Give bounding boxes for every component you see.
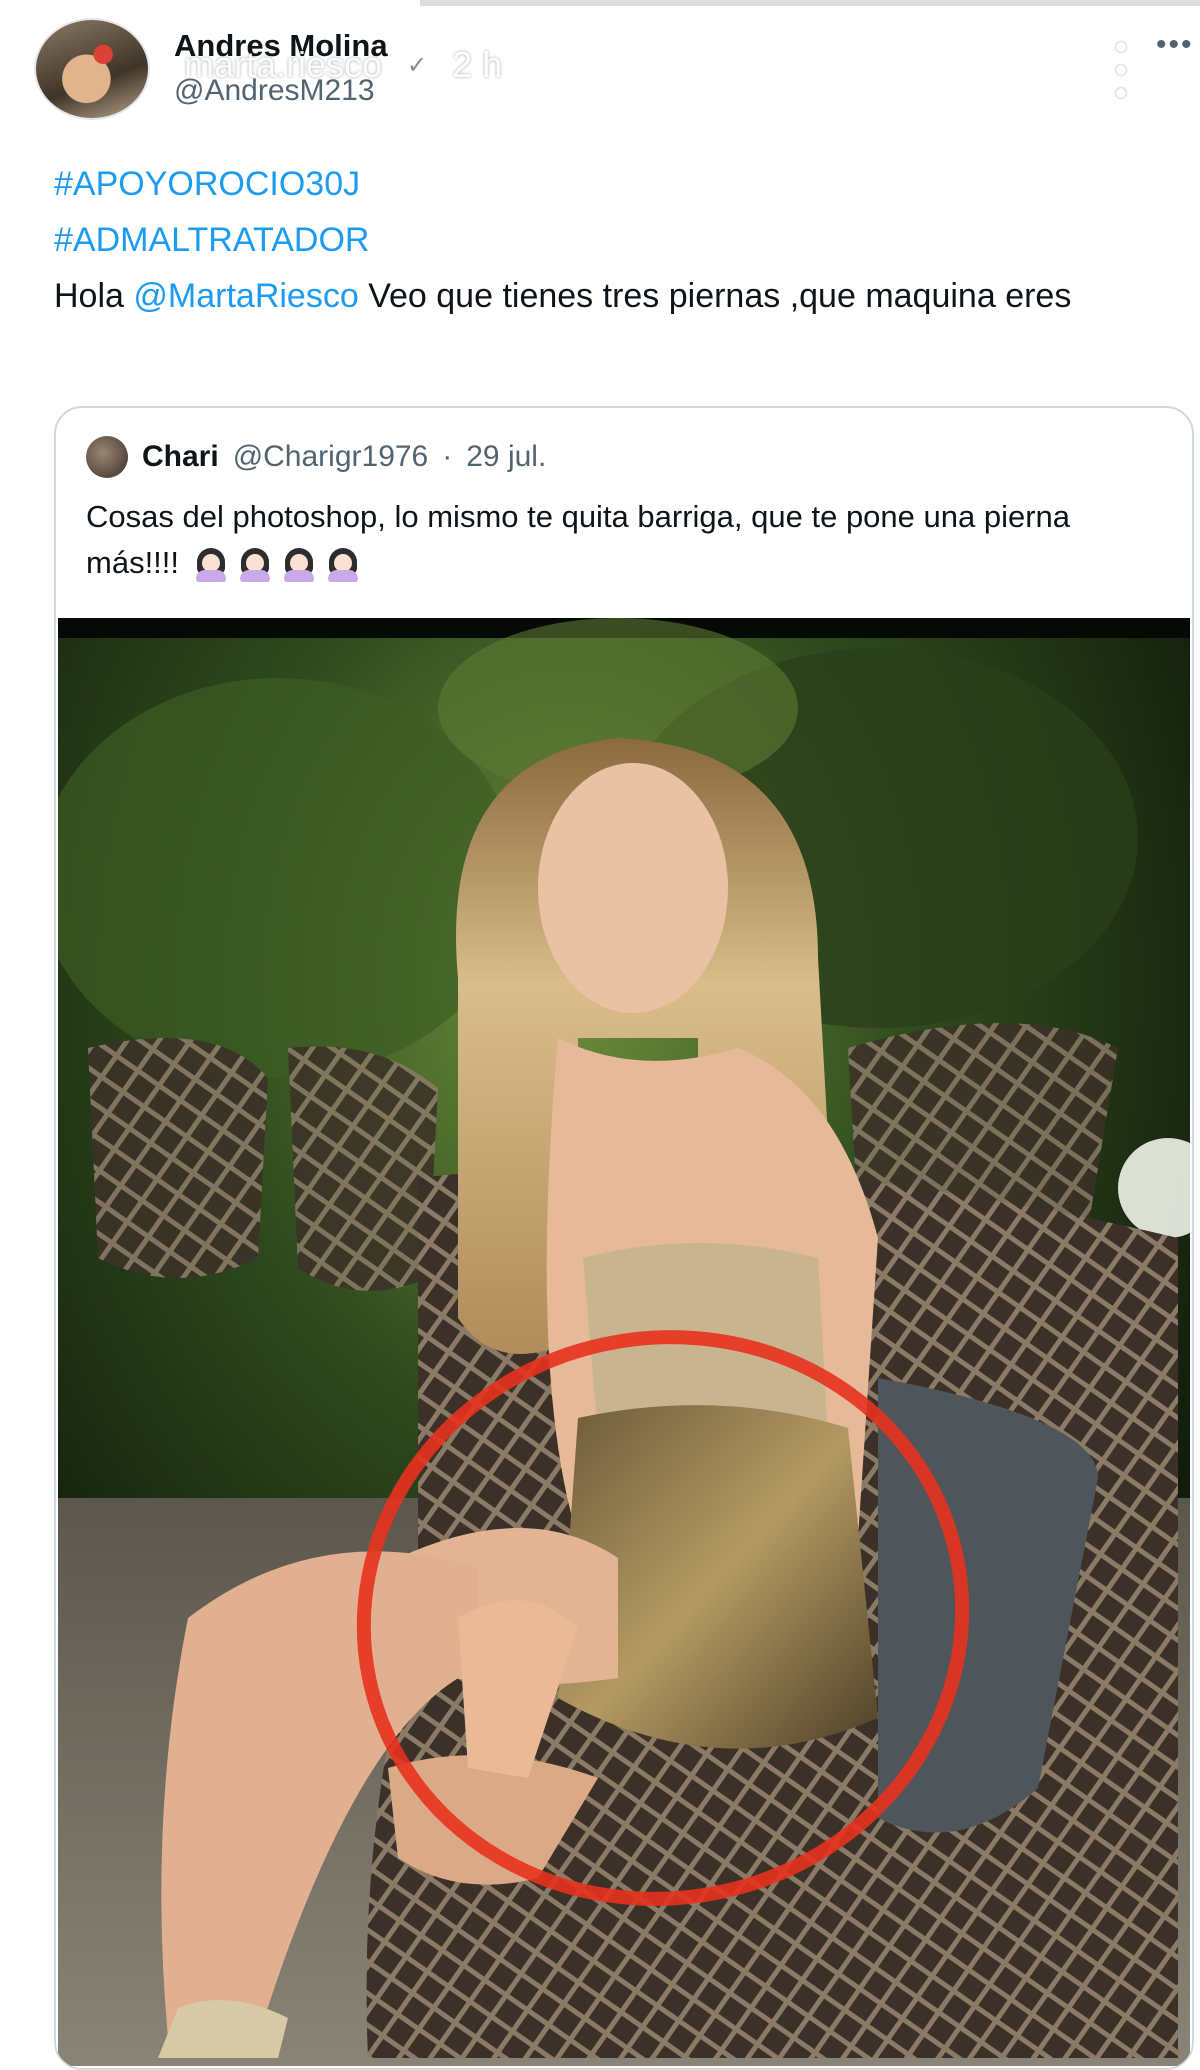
woman-shrugging-emoji-icon xyxy=(238,547,272,582)
hashtag-link[interactable]: #ADMALTRATADOR xyxy=(54,212,1164,268)
meta-separator: · xyxy=(442,440,453,473)
hashtag-link[interactable]: #APOYOROCIO30J xyxy=(54,156,1164,212)
quoted-post[interactable]: Chari @Charigr1976 · 29 jul. Cosas del p… xyxy=(54,406,1194,2070)
post-text: #APOYOROCIO30J #ADMALTRATADOR Hola @Mart… xyxy=(54,156,1164,324)
quoted-avatar[interactable] xyxy=(86,436,128,478)
woman-shrugging-emoji-icon xyxy=(326,547,360,582)
woman-shrugging-emoji-icon xyxy=(194,547,228,582)
photo-illustration xyxy=(58,618,1190,2066)
quoted-photo[interactable] xyxy=(58,618,1190,2066)
post-text-prefix: Hola xyxy=(54,277,124,315)
avatar[interactable] xyxy=(34,18,150,120)
quoted-author-handle[interactable]: @Charigr1976 xyxy=(233,440,429,474)
story-overlay: marta.riesco ✓ 2 h xyxy=(184,44,502,86)
story-time: 2 h xyxy=(452,44,503,85)
vertical-dots-icon[interactable] xyxy=(1114,42,1128,98)
more-horizontal-icon[interactable]: ••• xyxy=(1156,28,1194,62)
emoji-row xyxy=(194,547,360,582)
quoted-author-name[interactable]: Chari xyxy=(142,440,219,474)
quoted-post-header: Chari @Charigr1976 · 29 jul. xyxy=(86,436,546,478)
verified-badge-icon: ✓ xyxy=(398,46,437,84)
post-text-body: Veo que tienes tres piernas ,que maquina… xyxy=(368,277,1072,315)
story-progress-bar xyxy=(0,0,1200,6)
mention-link[interactable]: @MartaRiesco xyxy=(133,277,358,315)
story-username[interactable]: marta.riesco xyxy=(184,44,382,86)
quoted-post-text: Cosas del photoshop, lo mismo te quita b… xyxy=(86,494,1146,586)
woman-shrugging-emoji-icon xyxy=(282,547,316,582)
post-header: Andres Molina @AndresM213 marta.riesco ✓… xyxy=(34,18,1192,128)
quoted-date: 29 jul. xyxy=(466,440,547,473)
